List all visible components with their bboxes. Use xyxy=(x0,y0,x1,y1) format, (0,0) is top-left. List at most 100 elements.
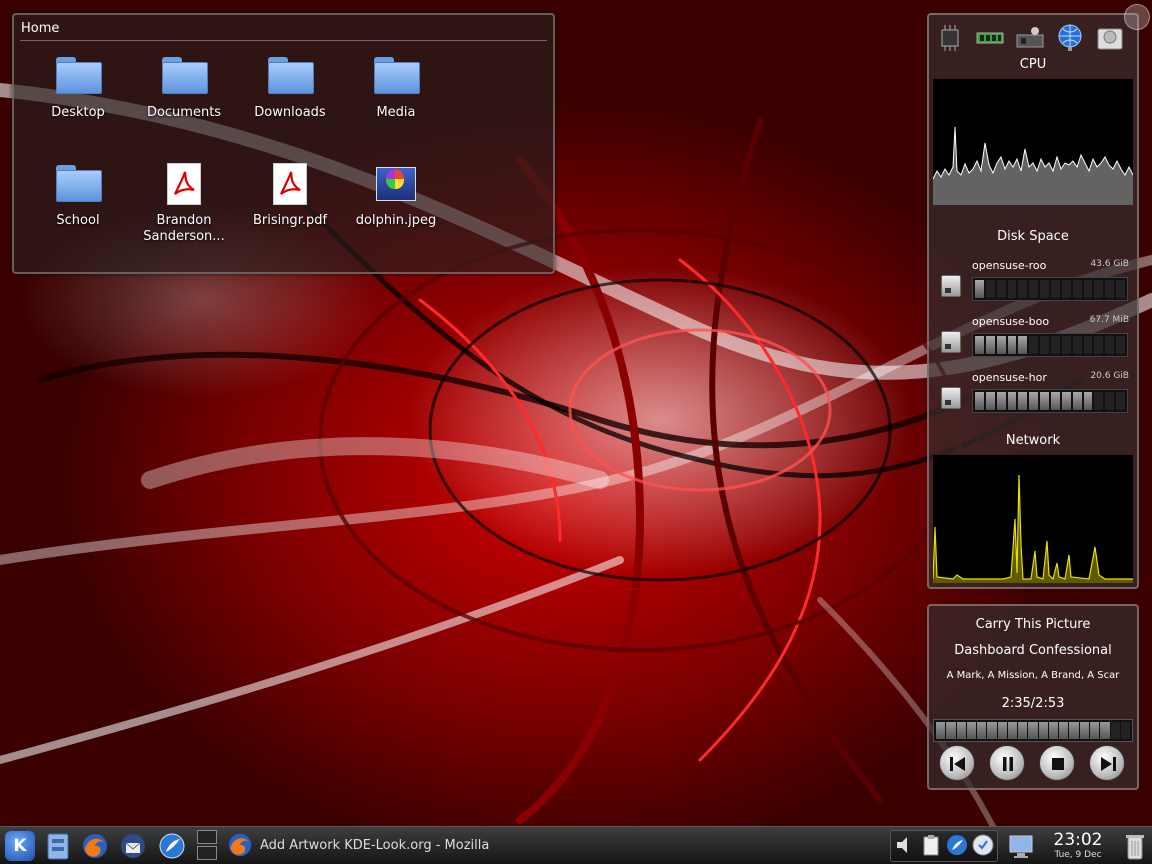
documents-folder-item[interactable]: Documents xyxy=(134,55,234,121)
memory-module-icon[interactable] xyxy=(975,23,1005,53)
show-desktop-icon[interactable] xyxy=(1006,831,1036,861)
meter-segment xyxy=(936,722,946,739)
meter-segment xyxy=(977,722,987,739)
disk-size: 67.7 MiB xyxy=(1089,315,1129,325)
meter-segment xyxy=(1029,280,1039,298)
meter-segment xyxy=(975,280,984,298)
meter-segment xyxy=(1089,722,1100,739)
cpu-chip-icon[interactable] xyxy=(935,23,965,53)
cpu-section-title: CPU xyxy=(1019,57,1047,72)
track-progress-bar[interactable] xyxy=(933,719,1133,742)
volume-icon[interactable] xyxy=(893,833,917,857)
meter-segment xyxy=(1072,392,1082,410)
desktop-folder-item[interactable]: Desktop xyxy=(28,55,128,121)
track-title: Carry This Picture xyxy=(975,617,1091,632)
meter-segment xyxy=(975,336,984,354)
meter-segment xyxy=(1018,336,1028,354)
meter-segment xyxy=(1029,336,1039,354)
disk-row[interactable]: opensuse-boo 67.7 MiB xyxy=(929,313,1137,365)
update-applet-icon[interactable] xyxy=(971,833,995,857)
item-label: Media xyxy=(376,105,416,120)
meter-segment xyxy=(996,392,1006,410)
folder-icon xyxy=(52,55,104,99)
folder-view-widget[interactable]: Home Desktop Documents Downloads Media S… xyxy=(12,13,555,274)
system-monitor-widget[interactable]: CPU Disk Space opensuse-roo 43.6 GiB ope… xyxy=(927,13,1139,589)
school-folder-item[interactable]: School xyxy=(28,163,128,229)
now-playing-widget[interactable]: Carry This Picture Dashboard Confessiona… xyxy=(927,604,1139,790)
network-graph-line xyxy=(932,474,1133,581)
network-manager-icon[interactable] xyxy=(945,833,969,857)
meter-segment xyxy=(975,392,984,410)
meter-segment xyxy=(1105,280,1115,298)
pager-desktop-1[interactable] xyxy=(197,830,217,844)
meter-segment xyxy=(1094,392,1104,410)
folder-icon xyxy=(52,163,104,207)
file-manager-icon[interactable] xyxy=(43,831,73,861)
meter-segment xyxy=(1051,336,1060,354)
hard-disk-icon xyxy=(941,387,961,409)
disk-space-section-title: Disk Space xyxy=(997,229,1069,244)
meter-segment xyxy=(987,722,997,739)
meter-segment xyxy=(1007,280,1017,298)
meter-segment xyxy=(1116,280,1126,298)
track-time: 2:35/2:53 xyxy=(1001,696,1065,711)
folder-icon xyxy=(264,55,316,99)
downloads-folder-item[interactable]: Downloads xyxy=(240,55,340,121)
media-folder-item[interactable]: Media xyxy=(346,55,446,121)
meter-segment xyxy=(1083,280,1093,298)
brandon-sanderson-pdf-item[interactable]: Brandon Sanderson... xyxy=(134,163,234,245)
pause-button[interactable] xyxy=(989,745,1025,781)
network-globe-icon[interactable] xyxy=(1055,23,1085,53)
meter-segment xyxy=(1079,722,1089,739)
network-traffic-graph xyxy=(932,455,1133,583)
meter-segment xyxy=(1007,336,1017,354)
meter-segment xyxy=(1120,722,1131,739)
meter-segment xyxy=(985,336,995,354)
thunderbird-icon[interactable] xyxy=(118,831,148,861)
meter-segment xyxy=(985,392,995,410)
stop-button[interactable] xyxy=(1039,745,1075,781)
meter-segment xyxy=(1040,280,1050,298)
skip-back-icon xyxy=(950,757,965,771)
meter-segment xyxy=(1105,392,1115,410)
desktop-toolbox-icon[interactable] xyxy=(1124,4,1150,30)
disk-size: 20.6 GiB xyxy=(1090,371,1129,381)
brisingr-pdf-item[interactable]: Brisingr.pdf xyxy=(240,163,340,229)
dolphin-jpeg-item[interactable]: dolphin.jpeg xyxy=(346,163,446,229)
taskbar-item[interactable]: Add Artwork KDE-Look.org - Mozilla xyxy=(224,829,492,863)
meter-segment xyxy=(997,722,1007,739)
desktop-pager[interactable] xyxy=(197,830,217,862)
meter-segment xyxy=(1007,722,1018,739)
item-label: Downloads xyxy=(254,105,326,120)
firefox-icon[interactable] xyxy=(80,831,110,861)
trash-icon[interactable] xyxy=(1120,831,1150,861)
meter-segment xyxy=(1069,722,1079,739)
pager-desktop-2[interactable] xyxy=(197,846,217,860)
hard-disk-icon[interactable] xyxy=(1095,23,1125,53)
meter-segment xyxy=(1051,392,1060,410)
kde-browser-icon[interactable] xyxy=(157,831,187,861)
stop-icon xyxy=(1052,758,1064,770)
hardware-sensors-icon[interactable] xyxy=(1015,23,1045,53)
kde-menu-button[interactable]: K xyxy=(5,831,35,861)
title-divider xyxy=(20,40,547,41)
meter-segment xyxy=(1116,392,1126,410)
disk-row[interactable]: opensuse-roo 43.6 GiB xyxy=(929,257,1137,309)
bottom-panel: K Add Artwork KDE-Look.org - Mozilla 23:… xyxy=(0,826,1152,864)
previous-track-button[interactable] xyxy=(939,745,975,781)
meter-segment xyxy=(1059,722,1069,739)
meter-segment xyxy=(1110,722,1120,739)
meter-segment xyxy=(1061,392,1071,410)
meter-segment xyxy=(996,280,1006,298)
clipboard-icon[interactable] xyxy=(919,833,943,857)
clock-time[interactable]: 23:02 xyxy=(1040,830,1116,850)
meter-segment xyxy=(1105,336,1115,354)
folder-icon xyxy=(158,55,210,99)
next-track-button[interactable] xyxy=(1089,745,1125,781)
disk-row[interactable]: opensuse-hor 20.6 GiB xyxy=(929,369,1137,421)
meter-segment xyxy=(956,722,966,739)
cpu-graph-area xyxy=(933,127,1133,205)
clock-date[interactable]: Tue, 9 Dec xyxy=(1040,850,1116,860)
disk-usage-meter xyxy=(972,333,1128,357)
hard-disk-icon xyxy=(941,275,961,297)
